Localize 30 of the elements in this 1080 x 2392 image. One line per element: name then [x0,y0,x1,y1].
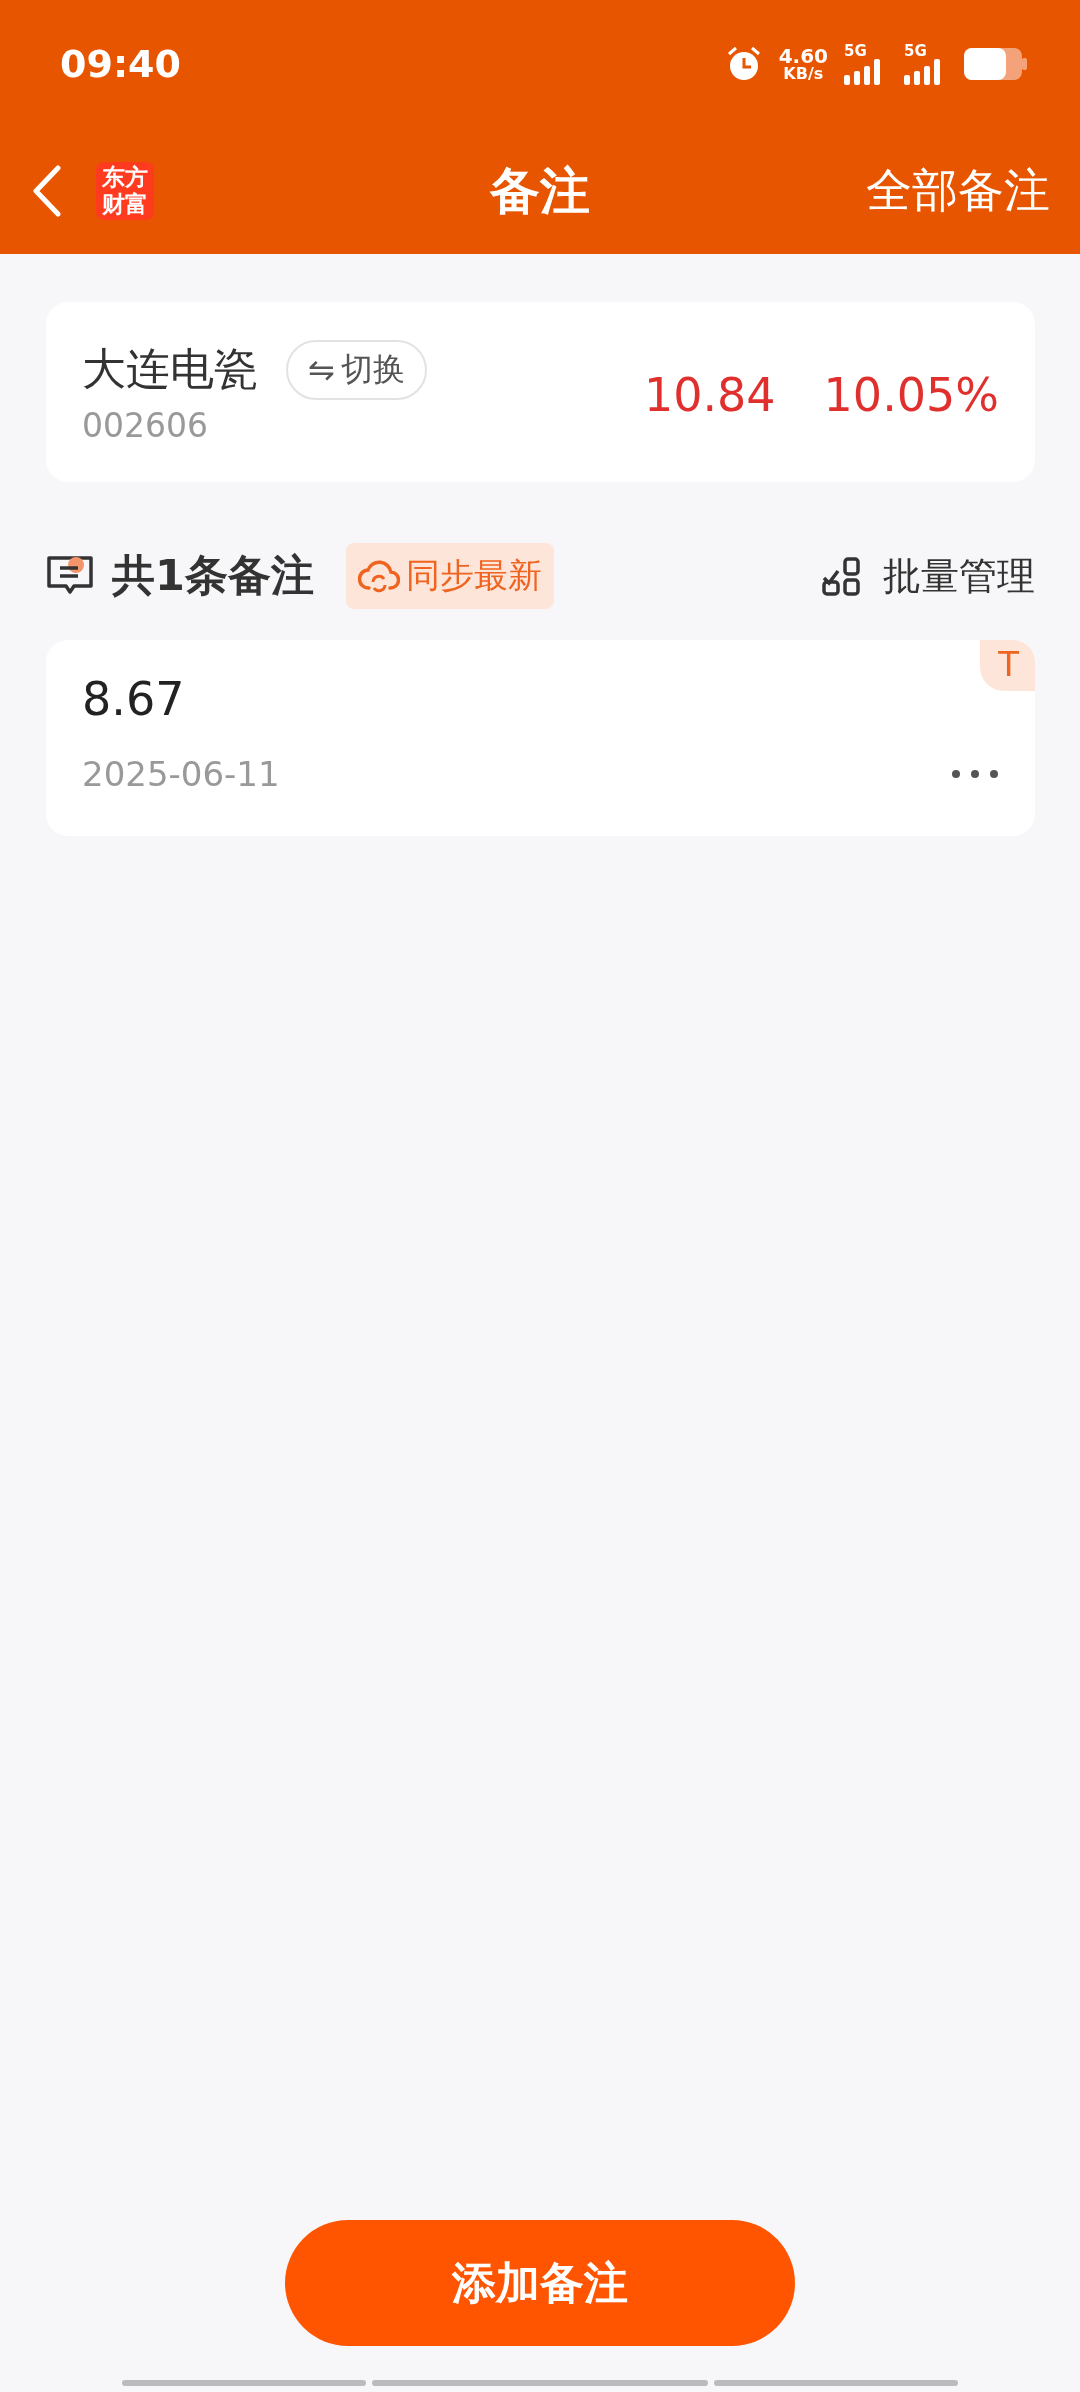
note-tag: T [980,640,1035,692]
sync-label: 同步最新 [405,554,542,597]
note-card[interactable]: 8.67 2025-06-11 T [46,640,1035,836]
comment-icon [46,555,94,597]
batch-manage-label: 批量管理 [883,552,1035,600]
batch-manage-button[interactable]: 批量管理 [821,550,1035,602]
price-change: 10.05% [823,368,999,422]
network-type: 5G [904,43,927,59]
all-notes-link[interactable]: 全部备注 [866,160,1050,222]
stock-code: 002606 [82,405,209,445]
sync-button[interactable]: 同步最新 [345,543,554,609]
network-speed: 4.60 [778,46,828,66]
page-title: 备注 [490,160,590,222]
switch-label: 切换 [340,348,405,390]
speed-unit: KB/s [783,66,824,82]
add-note-button[interactable]: 添加备注 [285,2220,795,2346]
status-time: 09:40 [60,42,181,86]
notes-count-title: 共1条备注 [112,549,314,602]
note-date: 2025-06-11 [82,754,280,794]
app-logo[interactable]: 东方财富 [96,162,154,220]
battery-icon [964,46,1028,82]
cloud-sync-icon [357,558,400,594]
stock-price: 10.84 [643,368,776,422]
switch-button[interactable]: ⇋ 切换 [286,339,427,400]
network-type: 5G [844,43,867,59]
stock-name: 大连电瓷 [82,342,258,396]
back-icon [32,165,62,217]
switch-icon: ⇋ [308,350,335,389]
more-icon[interactable] [951,769,999,779]
note-text: 8.67 [82,672,186,726]
